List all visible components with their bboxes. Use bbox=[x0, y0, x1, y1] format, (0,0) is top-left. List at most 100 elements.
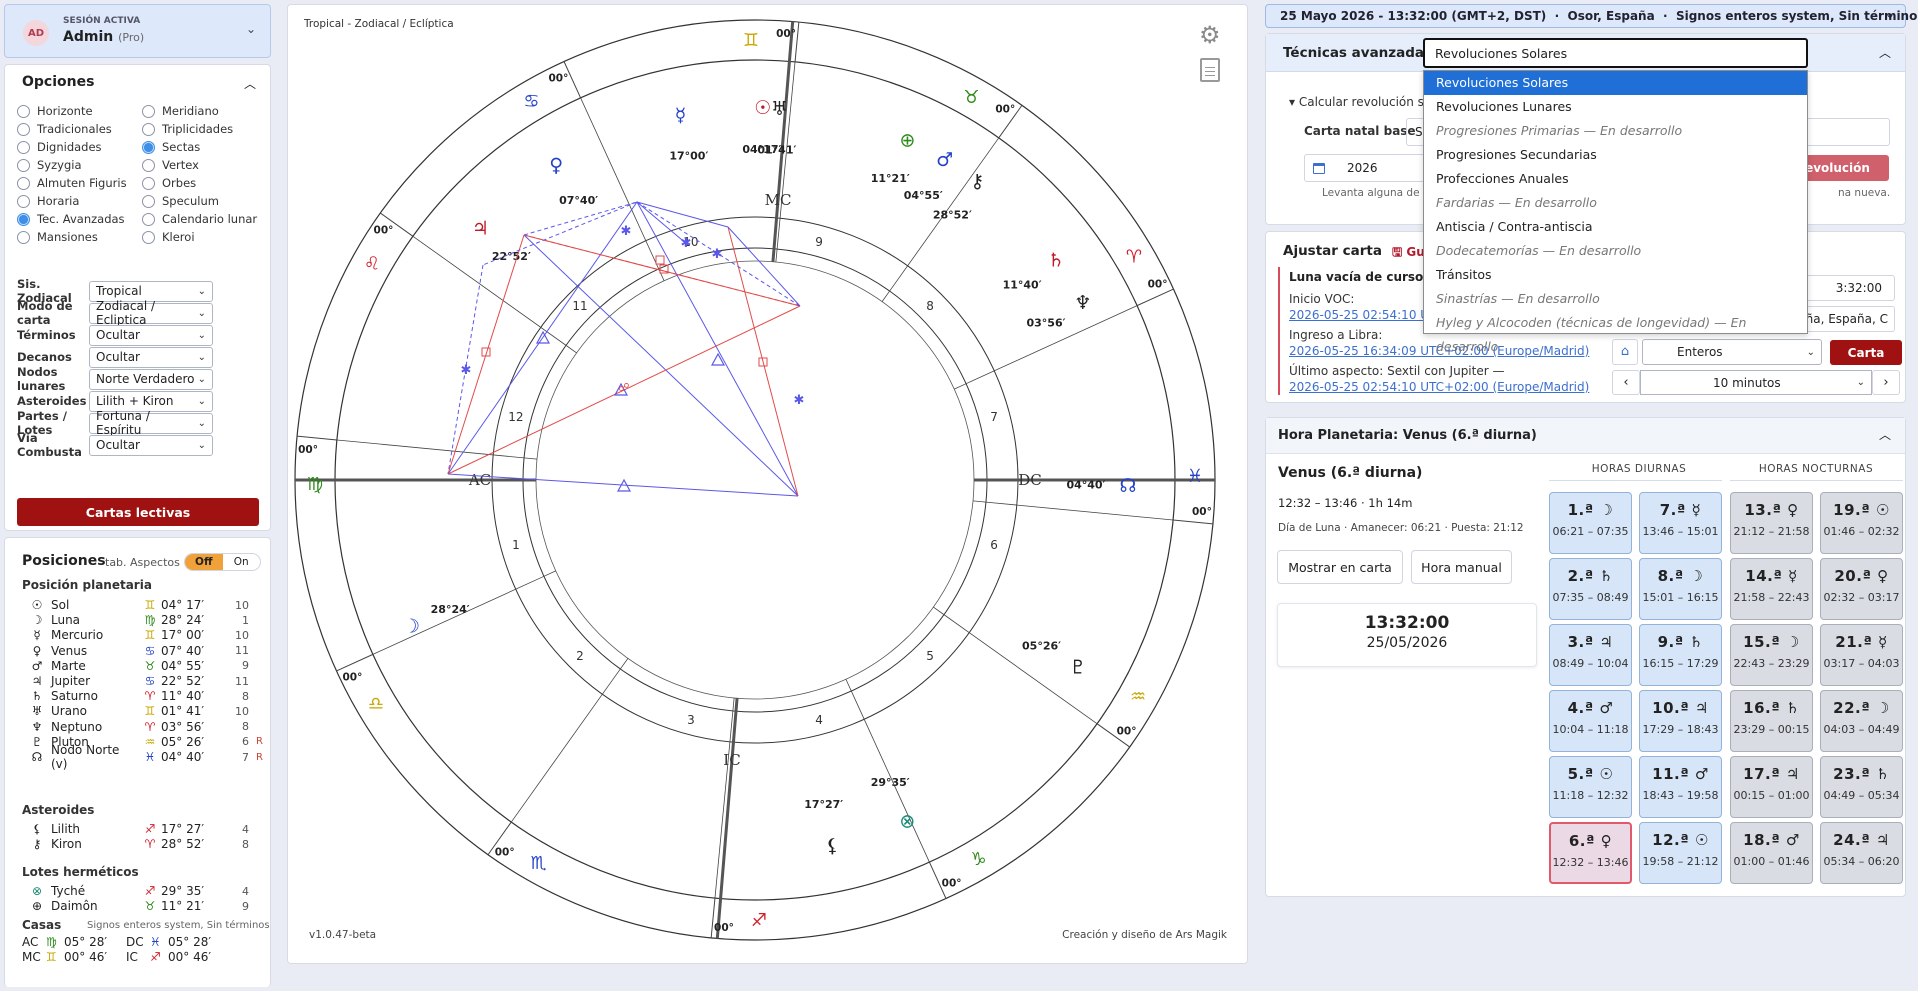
night-hour-cell[interactable]: 22.ª ☽ 04:03 – 04:49 bbox=[1820, 690, 1903, 752]
day-hour-cell[interactable]: 4.ª ♂ 10:04 – 11:18 bbox=[1549, 690, 1632, 752]
radio-icon[interactable] bbox=[17, 176, 30, 190]
radio-icon[interactable] bbox=[17, 230, 30, 244]
technique-option-progresiones-primarias-en-desarrollo[interactable]: Progresiones Primarias — En desarrollo bbox=[1424, 119, 1807, 143]
night-hour-cell[interactable]: 21.ª ☿ 03:17 – 04:03 bbox=[1820, 624, 1903, 686]
technique-option-progresiones-secundarias[interactable]: Progresiones Secundarias bbox=[1424, 143, 1807, 167]
option-horaria[interactable]: Horaria bbox=[17, 192, 142, 210]
night-hour-cell[interactable]: 24.ª ♃ 05:34 – 06:20 bbox=[1820, 822, 1903, 884]
ultimo-link[interactable]: 2026-05-25 02:54:10 UTC+02:00 (Europe/Ma… bbox=[1289, 380, 1589, 394]
radio-icon[interactable] bbox=[17, 140, 30, 154]
aspects-toggle[interactable]: Off On bbox=[184, 553, 261, 571]
chevron-up-icon[interactable]: ︿ bbox=[244, 75, 256, 92]
house-degree: 05° 28′ bbox=[64, 935, 108, 949]
night-hour-cell[interactable]: 14.ª ☿ 21:58 – 22:43 bbox=[1730, 558, 1813, 620]
day-hour-cell[interactable]: 5.ª ☉ 11:18 – 12:32 bbox=[1549, 756, 1632, 818]
aspects-off-toggle[interactable]: Off bbox=[185, 554, 223, 570]
night-hour-cell[interactable]: 16.ª ♄ 23:29 – 00:15 bbox=[1730, 690, 1813, 752]
radio-icon[interactable] bbox=[17, 194, 30, 208]
day-hour-cell[interactable]: 7.ª ☿ 13:46 – 15:01 bbox=[1639, 492, 1722, 554]
astro-wheel[interactable]: MCAC DCIC123 456789101112♈00°♉00°♊ 00°♋00°♌… bbox=[288, 5, 1249, 965]
select-via-combusta[interactable]: Ocultar ⌄ bbox=[89, 434, 213, 456]
day-hour-cell[interactable]: 12.ª ☉ 19:58 – 21:12 bbox=[1639, 822, 1722, 884]
option-horizonte[interactable]: Horizonte bbox=[17, 102, 142, 120]
option-tec-avanzadas[interactable]: Tec. Avanzadas bbox=[17, 210, 142, 228]
carta-button[interactable]: Carta bbox=[1830, 340, 1902, 365]
radio-icon[interactable] bbox=[142, 140, 155, 154]
night-hour-cell[interactable]: 20.ª ♀ 02:32 – 03:17 bbox=[1820, 558, 1903, 620]
technique-option-hyleg-y-alcocoden-tecnicas-de-longevidad[interactable]: Hyleg y Alcocoden (técnicas de longevida… bbox=[1424, 311, 1807, 354]
select-nodos-lunares[interactable]: Norte Verdadero ⌄ bbox=[89, 368, 213, 390]
radio-icon[interactable] bbox=[142, 212, 155, 226]
option-vertex[interactable]: Vertex bbox=[142, 156, 267, 174]
day-hour-cell[interactable]: 1.ª ☽ 06:21 – 07:35 bbox=[1549, 492, 1632, 554]
step-prev-button[interactable]: ‹ bbox=[1612, 370, 1640, 395]
select-terminos[interactable]: Ocultar ⌄ bbox=[89, 324, 213, 346]
option-sectas[interactable]: Sectas bbox=[142, 138, 267, 156]
night-hour-cell[interactable]: 13.ª ♀ 21:12 – 21:58 bbox=[1730, 492, 1813, 554]
option-dignidades[interactable]: Dignidades bbox=[17, 138, 142, 156]
technique-select[interactable]: Revoluciones Solares bbox=[1423, 38, 1808, 68]
step-next-button[interactable]: › bbox=[1872, 370, 1900, 395]
day-hour-cell[interactable]: 11.ª ♂ 18:43 – 19:58 bbox=[1639, 756, 1722, 818]
night-hour-cell[interactable]: 18.ª ♂ 01:00 – 01:46 bbox=[1730, 822, 1813, 884]
aspects-on-toggle[interactable]: On bbox=[223, 554, 261, 570]
option-almuten-figuris[interactable]: Almuten Figuris bbox=[17, 174, 142, 192]
radio-icon[interactable] bbox=[142, 194, 155, 208]
day-hour-cell[interactable]: 8.ª ☽ 15:01 – 16:15 bbox=[1639, 558, 1722, 620]
night-hour-cell[interactable]: 23.ª ♄ 04:49 – 05:34 bbox=[1820, 756, 1903, 818]
option-syzygia[interactable]: Syzygia bbox=[17, 156, 142, 174]
chevron-up-icon[interactable]: ︿ bbox=[1879, 426, 1891, 443]
option-tradicionales[interactable]: Tradicionales bbox=[17, 120, 142, 138]
option-kleroi[interactable]: Kleroi bbox=[142, 228, 267, 246]
radio-icon[interactable] bbox=[142, 176, 155, 190]
radio-icon[interactable] bbox=[142, 104, 155, 118]
night-hour-cell[interactable]: 17.ª ♃ 00:15 – 01:00 bbox=[1730, 756, 1813, 818]
house-number-1: 1 bbox=[512, 538, 520, 552]
night-hour-cell[interactable]: 19.ª ☉ 01:46 – 02:32 bbox=[1820, 492, 1903, 554]
day-hour-cell[interactable]: 10.ª ♃ 17:29 – 18:43 bbox=[1639, 690, 1722, 752]
chevron-down-icon[interactable]: ⌄ bbox=[246, 22, 256, 36]
cartas-lectivas-button[interactable]: Cartas lectivas bbox=[17, 498, 259, 526]
manual-hour-button[interactable]: Hora manual bbox=[1411, 550, 1512, 584]
technique-option-antiscia-contra-antiscia[interactable]: Antiscia / Contra-antiscia bbox=[1424, 215, 1807, 239]
option-mansiones[interactable]: Mansiones bbox=[17, 228, 142, 246]
day-hour-cell[interactable]: 9.ª ♄ 16:15 – 17:29 bbox=[1639, 624, 1722, 686]
technique-option-revoluciones-lunares[interactable]: Revoluciones Lunares bbox=[1424, 95, 1807, 119]
select-partes-lotes[interactable]: Fortuna / Espíritu ⌄ bbox=[89, 409, 213, 437]
radio-icon[interactable] bbox=[142, 230, 155, 244]
technique-option-profecciones-anuales[interactable]: Profecciones Anuales bbox=[1424, 167, 1807, 191]
select-decanos[interactable]: Ocultar ⌄ bbox=[89, 346, 213, 368]
step-select[interactable]: 10 minutos ⌄ bbox=[1640, 370, 1872, 395]
radio-icon[interactable] bbox=[17, 212, 30, 226]
day-hour-cell[interactable]: 2.ª ♄ 07:35 – 08:49 bbox=[1549, 558, 1632, 620]
radio-icon[interactable] bbox=[17, 104, 30, 118]
option-triplicidades[interactable]: Triplicidades bbox=[142, 120, 267, 138]
night-hour-cell[interactable]: 15.ª ☽ 22:43 – 23:29 bbox=[1730, 624, 1813, 686]
radio-icon[interactable] bbox=[17, 158, 30, 172]
option-orbes[interactable]: Orbes bbox=[142, 174, 267, 192]
radio-icon[interactable] bbox=[17, 122, 30, 136]
technique-option-sinastrias-en-desarrollo[interactable]: Sinastrías — En desarrollo bbox=[1424, 287, 1807, 311]
voc-inicio-link[interactable]: 2026-05-25 02:54:10 U bbox=[1289, 308, 1429, 322]
radio-icon[interactable] bbox=[142, 158, 155, 172]
calc-rev-label[interactable]: ▾ Calcular revolución s bbox=[1289, 95, 1424, 109]
date-bar[interactable]: 25 Mayo 2026 - 13:32:00 (GMT+2, DST) · O… bbox=[1265, 4, 1918, 28]
option-speculum[interactable]: Speculum bbox=[142, 192, 267, 210]
technique-option-transitos[interactable]: Tránsitos bbox=[1424, 263, 1807, 287]
save-button[interactable]: 🖫 Gu bbox=[1392, 243, 1425, 264]
option-calendario-lunar[interactable]: Calendario lunar bbox=[142, 210, 267, 228]
day-hour-cell[interactable]: 3.ª ♃ 08:49 – 10:04 bbox=[1549, 624, 1632, 686]
home-icon[interactable]: ⌂ bbox=[1612, 339, 1638, 365]
day-hour-cell[interactable]: 6.ª ♀ 12:32 – 13:46 bbox=[1549, 822, 1632, 884]
house-system-select[interactable]: Enteros ⌄ bbox=[1642, 339, 1822, 365]
chevron-up-icon[interactable]: ︿ bbox=[1879, 44, 1891, 61]
technique-option-dodecatemorias-en-desarrollo[interactable]: Dodecatemorías — En desarrollo bbox=[1424, 239, 1807, 263]
radio-icon[interactable] bbox=[142, 122, 155, 136]
technique-option-revoluciones-solares[interactable]: Revoluciones Solares bbox=[1424, 71, 1807, 95]
select-modo-de-carta[interactable]: Zodiacal / Ecliptica ⌄ bbox=[89, 299, 213, 327]
show-in-chart-button[interactable]: Mostrar en carta bbox=[1277, 550, 1403, 584]
session-card[interactable]: AD SESIÓN ACTIVA Admin (Pro) ⌄ bbox=[4, 4, 271, 58]
option-meridiano[interactable]: Meridiano bbox=[142, 102, 267, 120]
technique-option-fardarias-en-desarrollo[interactable]: Fardarias — En desarrollo bbox=[1424, 191, 1807, 215]
chevron-down-icon[interactable]: ⌄ bbox=[1885, 7, 1895, 21]
